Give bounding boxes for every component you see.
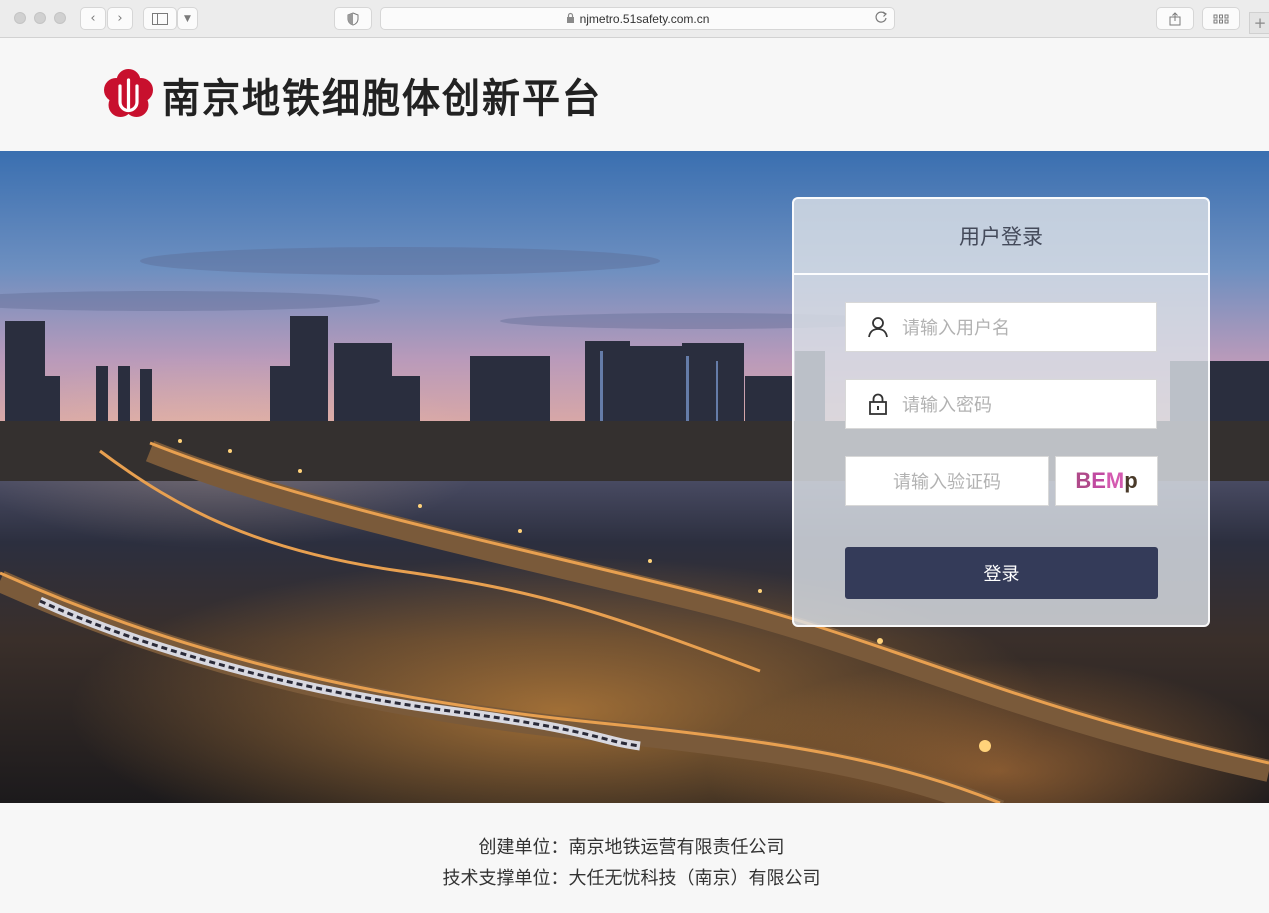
shield-icon [347, 11, 359, 26]
forward-button[interactable]: › [107, 7, 133, 30]
share-button[interactable] [1156, 7, 1194, 30]
login-panel: 用户登录 请输入用户名 请输入密码 请输入验证码 B E M p 登录 [792, 197, 1210, 627]
chevron-left-icon: ‹ [90, 11, 96, 26]
new-tab-button[interactable]: + [1249, 12, 1269, 34]
lock-icon [566, 12, 575, 26]
site-footer: 创建单位：南京地铁运营有限责任公司 技术支撑单位：大任无忧科技（南京）有限公司 [0, 803, 1269, 913]
tab-overview-button[interactable] [1202, 7, 1240, 30]
captcha-char: p [1124, 468, 1138, 493]
site-header: 南京地铁细胞体创新平台 [0, 39, 1269, 151]
login-button[interactable]: 登录 [845, 547, 1158, 599]
captcha-char: B [1075, 468, 1092, 493]
sidebar-toggle-button[interactable] [143, 7, 177, 30]
captcha-char: M [1105, 468, 1125, 493]
privacy-report-button[interactable] [334, 7, 372, 30]
sidebar-icon [152, 12, 168, 25]
password-field[interactable]: 请输入密码 [845, 379, 1157, 429]
zoom-window-button[interactable] [54, 12, 66, 24]
browser-toolbar: ‹ › ▼ njmetro.51safety.com.cn + [0, 0, 1269, 38]
chevron-right-icon: › [117, 11, 123, 26]
footer-tech-support: 技术支撑单位：大任无忧科技（南京）有限公司 [442, 868, 821, 889]
username-placeholder: 请输入用户名 [902, 318, 1010, 339]
nanjing-metro-logo [104, 69, 153, 117]
captcha-input[interactable]: 请输入验证码 [845, 456, 1049, 506]
captcha-image[interactable]: B E M p [1055, 456, 1158, 506]
grid-icon [1213, 14, 1229, 23]
chevron-down-icon: ▼ [184, 13, 191, 24]
footer-creator: 创建单位：南京地铁运营有限责任公司 [478, 837, 785, 858]
login-title: 用户登录 [794, 199, 1208, 275]
address-bar[interactable]: njmetro.51safety.com.cn [380, 7, 895, 30]
captcha-placeholder: 请输入验证码 [893, 472, 1001, 493]
share-icon [1169, 11, 1181, 25]
minimize-window-button[interactable] [34, 12, 46, 24]
back-button[interactable]: ‹ [80, 7, 106, 30]
url-text: njmetro.51safety.com.cn [579, 11, 710, 26]
username-field[interactable]: 请输入用户名 [845, 302, 1157, 352]
captcha-char: E [1091, 468, 1106, 493]
close-window-button[interactable] [14, 12, 26, 24]
reload-icon[interactable] [874, 10, 888, 27]
password-placeholder: 请输入密码 [902, 395, 992, 416]
lock-icon [869, 393, 887, 415]
tab-menu-button[interactable]: ▼ [177, 7, 198, 30]
user-icon [868, 317, 888, 338]
brand-title: 南京地铁细胞体创新平台 [162, 75, 603, 122]
